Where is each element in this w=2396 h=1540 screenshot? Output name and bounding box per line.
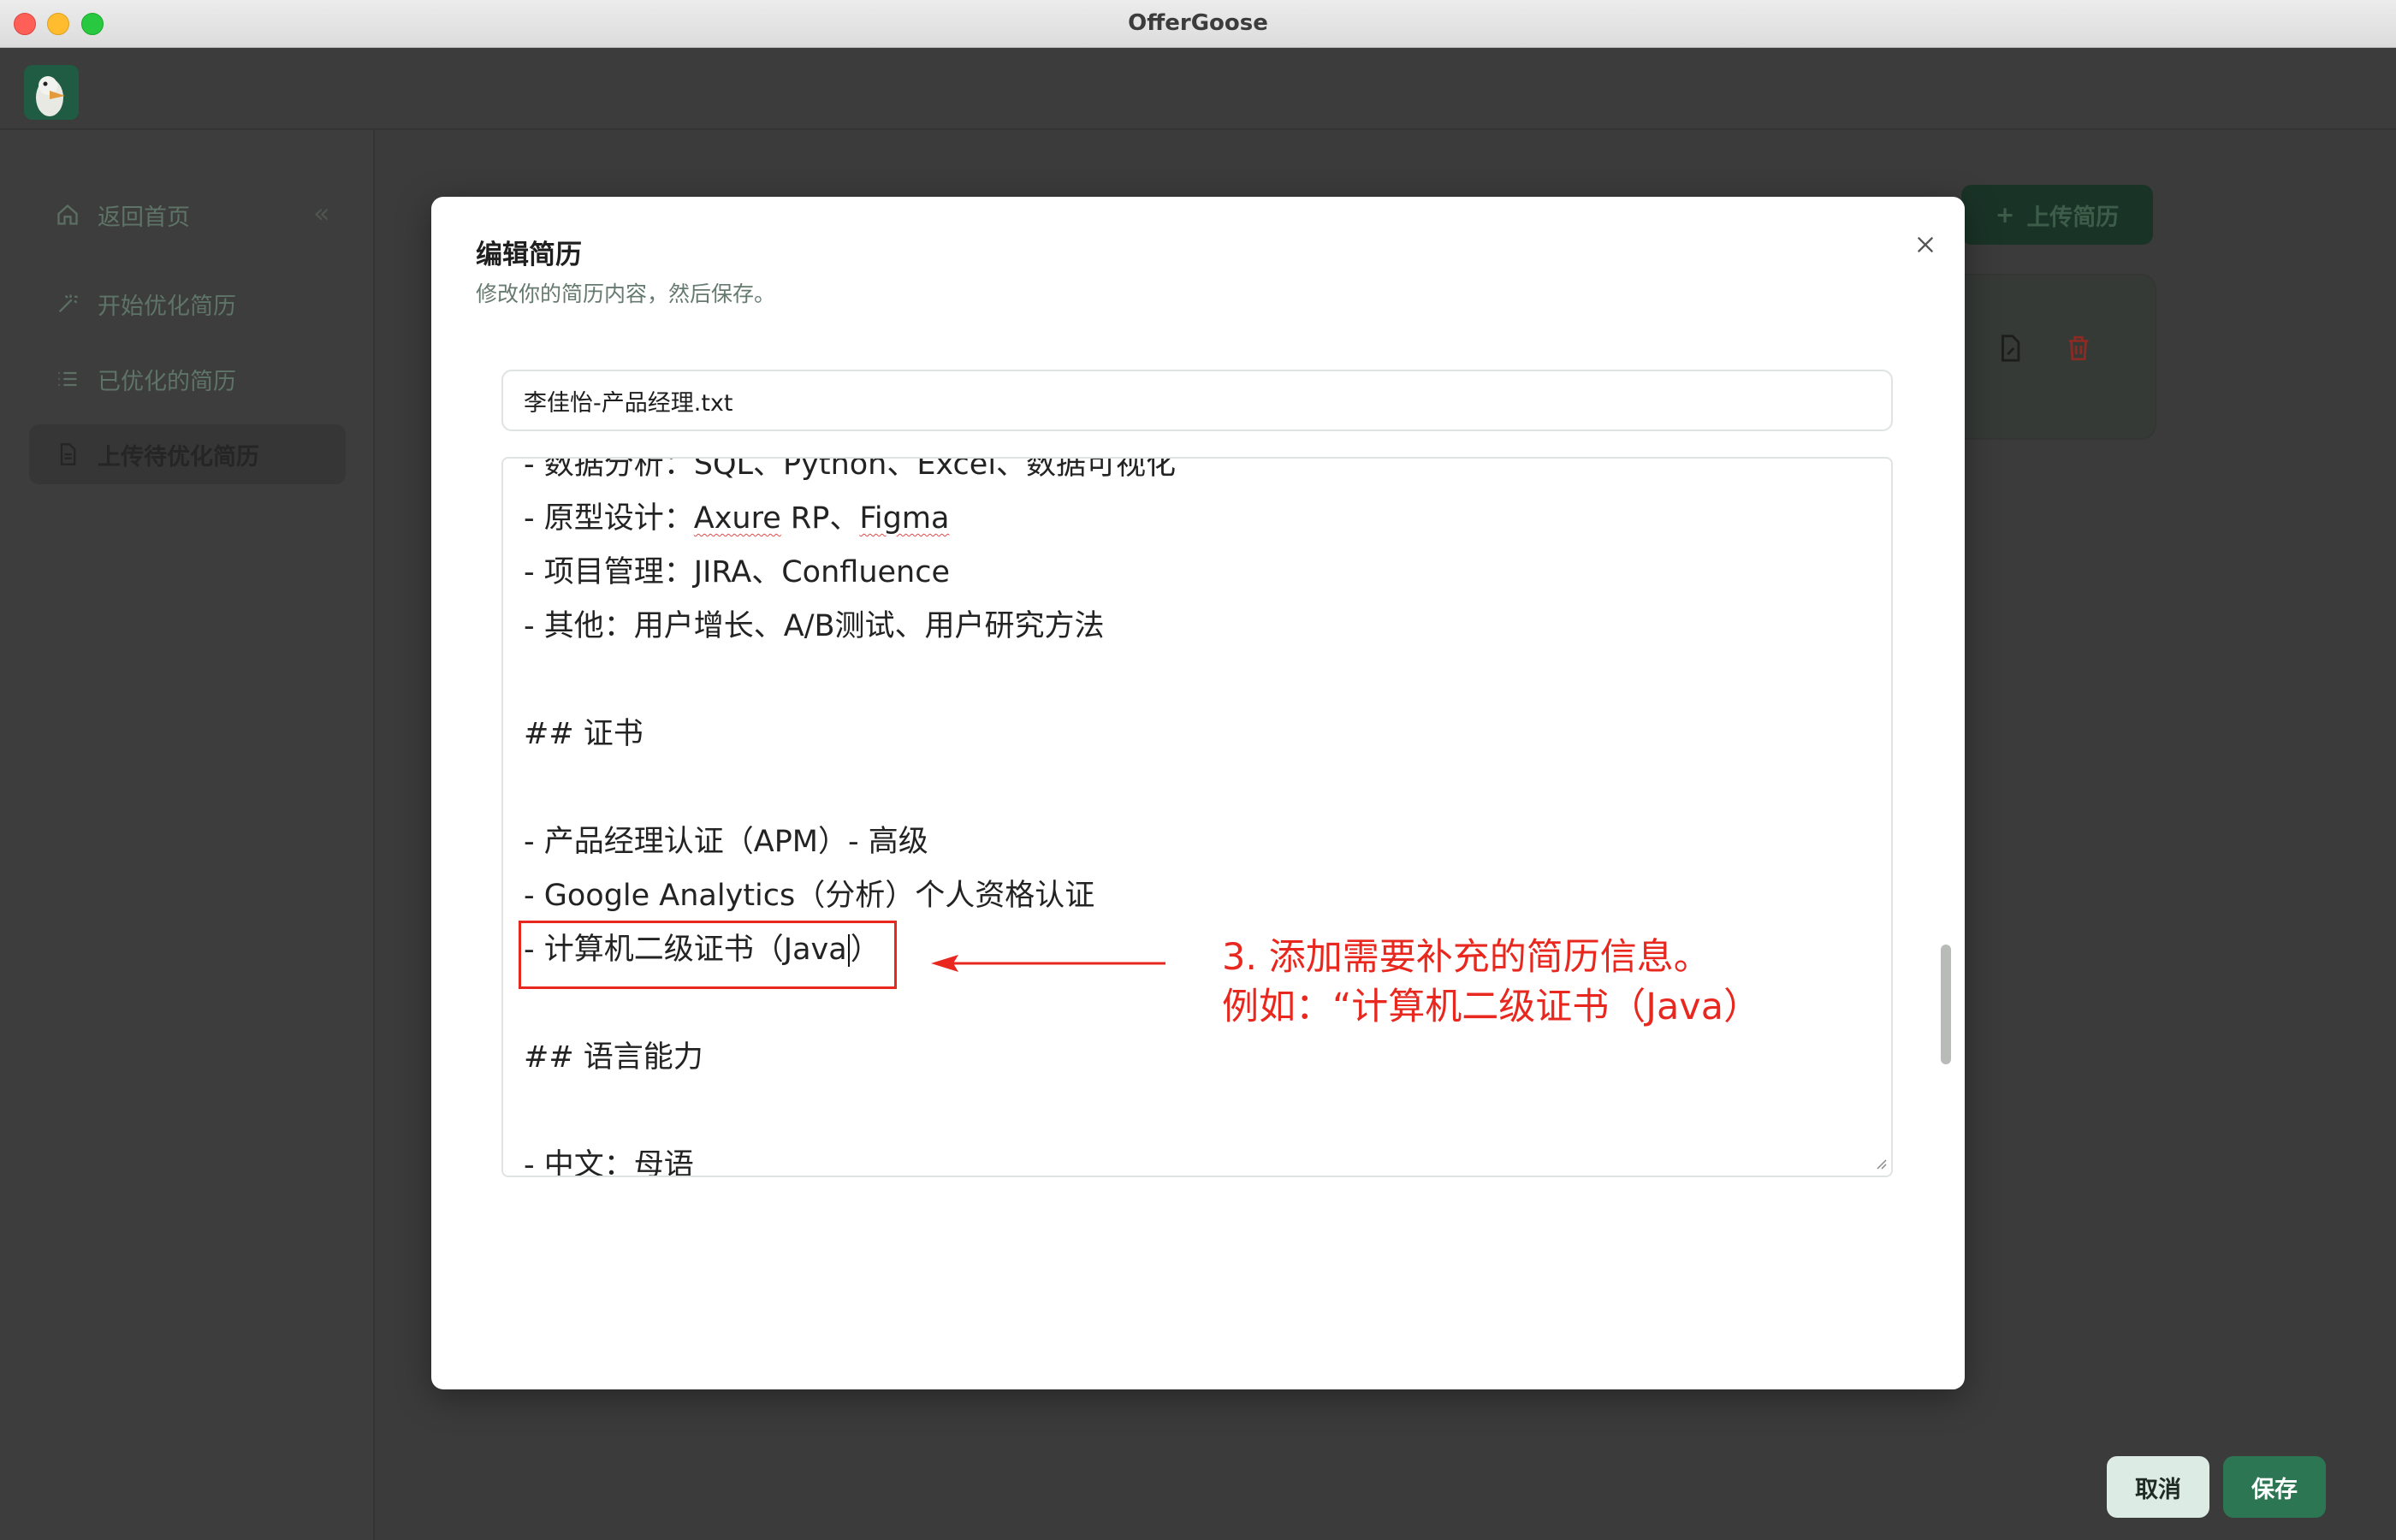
resume-content-editor[interactable]: - 数据分析：SQL、Python、Excel、数据可视化 - 原型设计：Axu… <box>501 457 1893 1177</box>
sidebar-item-label: 开始优化简历 <box>98 293 236 320</box>
editor-text[interactable]: - 数据分析：SQL、Python、Excel、数据可视化 - 原型设计：Axu… <box>524 457 1857 1177</box>
dialog-title: 编辑简历 <box>476 240 582 270</box>
editor-line: ## 证书 <box>524 717 643 751</box>
cancel-button[interactable]: 取消 <box>2107 1456 2209 1518</box>
dialog-subtitle: 修改你的简历内容，然后保存。 <box>476 281 776 306</box>
app-header <box>0 48 2396 130</box>
sidebar-item-optimize[interactable]: 开始优化简历 <box>29 274 346 334</box>
sidebar: 返回首页 « 开始优化简历 已优化的简历 上传待优化简历 <box>0 130 375 1540</box>
editor-line: - 中文：母语 <box>524 1148 694 1177</box>
resume-card <box>1944 274 2156 440</box>
editor-line: - 数据分析：SQL、Python、Excel、数据可视化 <box>524 457 1177 482</box>
sidebar-item-home[interactable]: 返回首页 <box>29 185 346 245</box>
home-icon <box>55 202 80 228</box>
window-titlebar: OfferGoose <box>0 0 2396 48</box>
save-button[interactable]: 保存 <box>2223 1456 2326 1518</box>
close-dialog-button[interactable] <box>1908 228 1942 262</box>
editor-line: ## 语言能力 <box>524 1040 703 1075</box>
editor-line: - 项目管理：JIRA、Confluence <box>524 555 950 589</box>
editor-line: - 原型设计：Axure RP、Figma <box>524 492 1857 546</box>
close-icon <box>1918 237 1933 252</box>
annotation-arrow-icon <box>931 955 1165 972</box>
editor-line-text: - 原型设计：Axure RP、Figma <box>524 501 950 536</box>
editor-line: - Google Analytics（分析）个人资格认证 <box>524 879 1095 913</box>
upload-resume-label: 上传简历 <box>2026 204 2120 231</box>
resize-grip-icon[interactable] <box>1874 1157 1888 1170</box>
editor-line: - 产品经理认证（APM）- 高级 <box>524 825 928 859</box>
window-title: OfferGoose <box>1128 10 1268 36</box>
editor-scrollbar[interactable] <box>1941 945 1951 1064</box>
annotation-callout: 3. 添加需要补充的简历信息。 例如：“计算机二级证书（Java） <box>1222 933 1760 1032</box>
sidebar-item-optimized[interactable]: 已优化的简历 <box>29 349 346 409</box>
delete-icon[interactable] <box>2064 334 2093 366</box>
edit-resume-dialog: 编辑简历 修改你的简历内容，然后保存。 - 数据分析：SQL、Python、Ex… <box>431 197 2326 1518</box>
collapse-sidebar-icon[interactable]: « <box>313 197 330 229</box>
app-logo[interactable] <box>24 65 79 120</box>
plus-icon: + <box>1995 201 2015 228</box>
editor-line: - 其他：用户增长、A/B测试、用户研究方法 <box>524 609 1105 643</box>
annotation-line-2: 例如：“计算机二级证书（Java） <box>1222 986 1761 1028</box>
annotation-highlight-box <box>519 921 897 989</box>
document-icon <box>55 441 80 467</box>
filename-field[interactable] <box>501 370 1893 431</box>
sidebar-item-label: 已优化的简历 <box>98 368 236 395</box>
upload-resume-button[interactable]: + 上传简历 <box>1961 185 2153 245</box>
sidebar-item-upload[interactable]: 上传待优化简历 <box>29 424 346 484</box>
edit-file-icon[interactable] <box>1996 334 2025 366</box>
annotation-line-1: 3. 添加需要补充的简历信息。 <box>1222 936 1711 979</box>
sidebar-item-label: 上传待优化简历 <box>98 443 259 471</box>
list-icon <box>55 366 80 392</box>
sidebar-item-label: 返回首页 <box>98 204 190 231</box>
magic-wand-icon <box>55 291 80 317</box>
